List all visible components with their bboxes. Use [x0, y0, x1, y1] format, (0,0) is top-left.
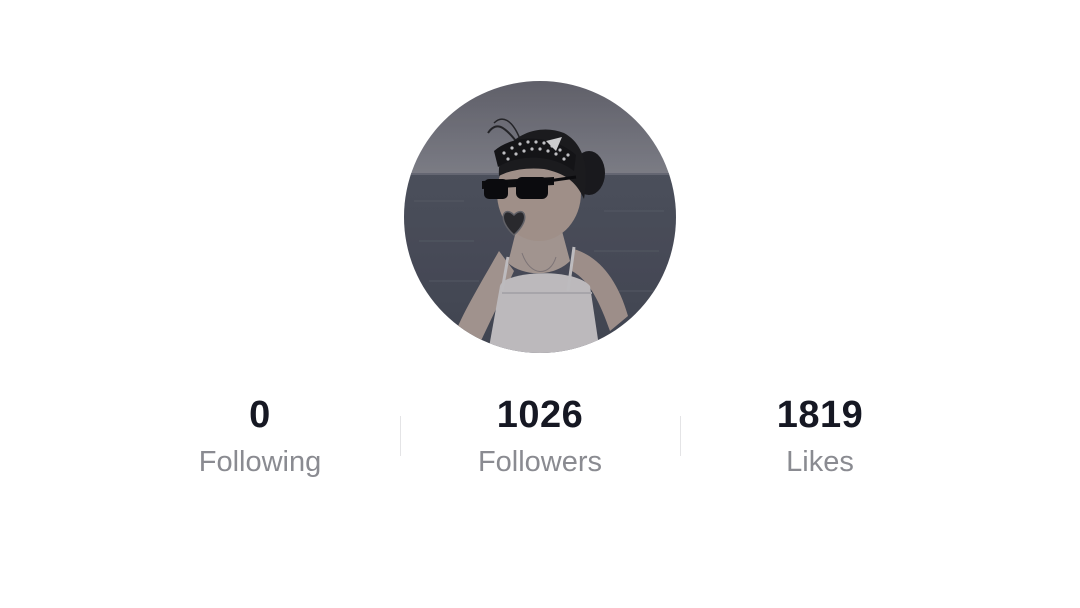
- profile-stats: 0 Following 1026 Followers 1819 Likes: [120, 390, 960, 500]
- likes-count: 1819: [776, 394, 864, 436]
- likes-stat[interactable]: 1819 Likes: [680, 390, 960, 500]
- profile-avatar[interactable]: [404, 81, 676, 353]
- followers-label: Followers: [477, 446, 603, 478]
- following-count: 0: [249, 394, 271, 436]
- followers-stat[interactable]: 1026 Followers: [400, 390, 680, 500]
- avatar-photo: [404, 81, 676, 353]
- likes-label: Likes: [786, 446, 854, 478]
- following-stat[interactable]: 0 Following: [120, 390, 400, 500]
- followers-count: 1026: [496, 394, 584, 436]
- following-label: Following: [198, 446, 322, 478]
